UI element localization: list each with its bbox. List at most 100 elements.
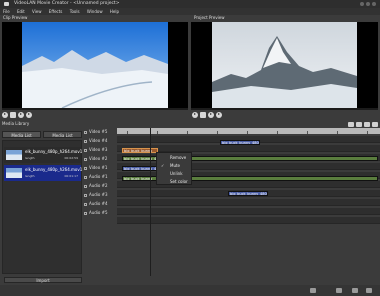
timeline-clip-audio-4[interactable]: big_buck_bunny_480p <box>228 191 268 196</box>
context-menu-unlink[interactable]: Unlink <box>157 170 193 177</box>
grid-icon[interactable] <box>352 288 358 293</box>
ruler-tick <box>157 131 158 134</box>
tab-media-list-2[interactable]: Media List <box>43 131 82 138</box>
menu-window[interactable]: Window <box>87 9 103 14</box>
ruler-tick <box>127 131 128 134</box>
track-label-audio-2[interactable]: Audio #2 <box>84 182 108 189</box>
clip-stop-icon[interactable] <box>10 111 16 118</box>
clip-next-frame-icon[interactable] <box>26 111 32 118</box>
track-checkbox[interactable] <box>84 130 87 134</box>
menu-file[interactable]: File <box>3 9 10 14</box>
context-menu-mute[interactable]: ✓ Mute <box>157 162 193 169</box>
menu-effects[interactable]: Effects <box>49 9 63 14</box>
track-name: Video #4 <box>89 138 108 143</box>
track-label-audio-1[interactable]: Audio #1 <box>84 173 108 180</box>
project-prev-frame-icon[interactable] <box>208 111 214 118</box>
track-checkbox[interactable] <box>84 148 87 152</box>
track-label-video-5[interactable]: Video #5 <box>84 128 107 135</box>
ruler-tick <box>277 131 278 134</box>
media-item-meta: length <box>25 174 35 178</box>
track-checkbox[interactable] <box>84 157 87 161</box>
minimize-button[interactable] <box>360 2 364 6</box>
clip-preview-title: Clip Preview <box>3 15 28 20</box>
track-name: Video #5 <box>89 129 108 134</box>
media-list: elk_bunny_480p_h264.mov1 length 00:02:59… <box>2 140 82 274</box>
media-library-title: Media Library <box>2 121 30 126</box>
settings-icon[interactable] <box>366 288 372 293</box>
clip-context-menu: Remove ✓ Mute Unlink Set color <box>156 152 192 185</box>
track-checkbox[interactable] <box>84 193 87 197</box>
track-name: Audio #4 <box>89 201 108 206</box>
track-name: Audio #3 <box>89 192 108 197</box>
track-row-audio-4[interactable] <box>117 208 380 215</box>
track-name: Video #2 <box>89 156 108 161</box>
clip-prev-frame-icon[interactable] <box>18 111 24 118</box>
zoom-in-icon[interactable] <box>356 121 362 127</box>
ruler-tick <box>337 131 338 134</box>
track-row-audio-5[interactable] <box>117 217 380 224</box>
remove-track-icon[interactable] <box>336 288 342 293</box>
media-thumbnail <box>6 150 22 160</box>
tab-media-list-1[interactable]: Media List <box>2 131 41 138</box>
clip-preview-transport <box>2 110 32 119</box>
zoom-out-icon[interactable] <box>348 121 354 127</box>
project-stop-icon[interactable] <box>200 111 206 118</box>
timeline-clip-video-2-selected[interactable]: big_buck_bunny <box>122 148 158 153</box>
clip-play-icon[interactable] <box>2 111 8 118</box>
context-menu-label: Mute <box>170 163 181 168</box>
ruler-tick <box>187 131 188 134</box>
context-menu-label: Remove <box>170 155 187 160</box>
ruler-tick <box>217 131 218 134</box>
ruler-tick <box>367 131 368 134</box>
timeline-clip-video-4[interactable]: big_buck_bunny_480p <box>220 140 260 145</box>
project-preview-title: Project Preview <box>194 15 225 20</box>
track-label-video-2[interactable]: Video #2 <box>84 155 107 162</box>
track-checkbox[interactable] <box>84 166 87 170</box>
track-name: Audio #1 <box>89 174 108 179</box>
media-item-name: elk_bunny_480p_h264.mov1 <box>25 167 83 172</box>
menu-help[interactable]: Help <box>110 9 119 14</box>
project-play-icon[interactable] <box>192 111 198 118</box>
track-checkbox[interactable] <box>84 211 87 215</box>
track-checkbox[interactable] <box>84 139 87 143</box>
window-title: VideoLAN Movie Creator - <Unnamed projec… <box>14 1 120 6</box>
clip-preview-video <box>2 22 188 108</box>
ruler-tick <box>247 131 248 134</box>
track-checkbox[interactable] <box>84 175 87 179</box>
track-name: Audio #2 <box>89 183 108 188</box>
project-preview-video <box>191 22 378 108</box>
cut-icon[interactable] <box>372 121 378 127</box>
snap-icon[interactable] <box>364 121 370 127</box>
menu-tools[interactable]: Tools <box>70 9 80 14</box>
track-checkbox[interactable] <box>84 202 87 206</box>
menu-edit[interactable]: Edit <box>17 9 25 14</box>
maximize-button[interactable] <box>366 2 370 6</box>
track-name: Video #3 <box>89 147 108 152</box>
timeline-playhead[interactable] <box>150 128 151 276</box>
close-button[interactable] <box>372 2 376 6</box>
track-label-video-1[interactable]: Video #1 <box>84 164 107 171</box>
add-track-icon[interactable] <box>310 288 316 293</box>
track-label-video-3[interactable]: Video #3 <box>84 146 107 153</box>
track-checkbox[interactable] <box>84 184 87 188</box>
menu-view[interactable]: View <box>32 9 42 14</box>
timeline-ruler[interactable] <box>117 128 380 134</box>
media-library-tabs: Media List Media List <box>2 131 82 138</box>
context-menu-set-color[interactable]: Set color <box>157 178 193 185</box>
track-label-audio-5[interactable]: Audio #5 <box>84 209 108 216</box>
project-next-frame-icon[interactable] <box>216 111 222 118</box>
media-list-item[interactable]: elk_bunny_480p_h264.mov1 length 00:02:59 <box>4 147 83 163</box>
media-list-item[interactable]: elk_bunny_480p_h264.mov1 length 00:01:17 <box>4 165 83 181</box>
ruler-tick <box>307 131 308 134</box>
media-item-duration: 00:01:17 <box>64 174 78 178</box>
media-item-name: elk_bunny_480p_h264.mov1 <box>25 149 83 154</box>
context-menu-remove[interactable]: Remove <box>157 154 193 161</box>
track-label-video-4[interactable]: Video #4 <box>84 137 107 144</box>
import-button[interactable]: Import <box>4 277 82 283</box>
track-row-audio-3[interactable] <box>117 199 380 206</box>
app-icon <box>4 2 9 6</box>
timeline-toolbar <box>117 120 380 128</box>
menu-bar: File Edit View Effects Tools Window Help <box>0 8 380 15</box>
track-label-audio-4[interactable]: Audio #4 <box>84 200 108 207</box>
track-label-audio-3[interactable]: Audio #3 <box>84 191 108 198</box>
